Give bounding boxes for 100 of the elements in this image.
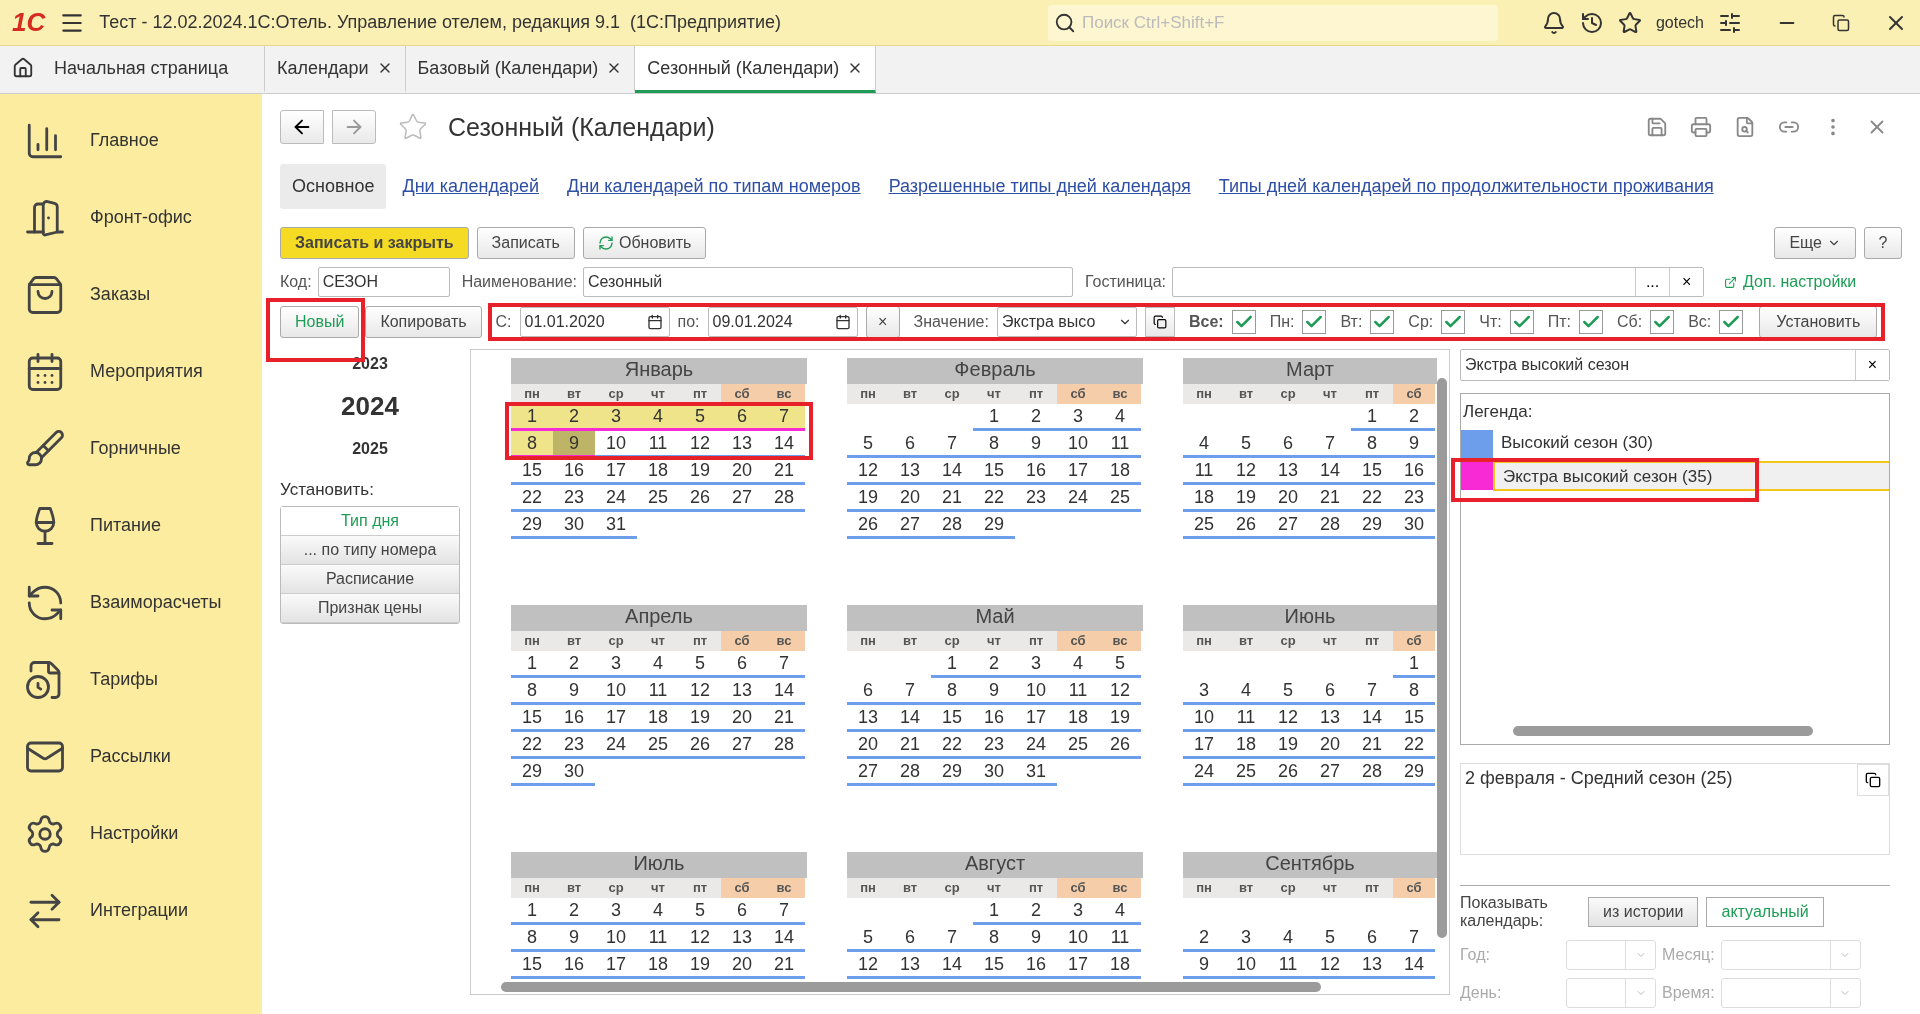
calendar-day[interactable]: 19	[679, 952, 721, 979]
calendar-day[interactable]: 14	[1351, 705, 1393, 732]
calendar-day[interactable]: 24	[595, 485, 637, 512]
calendar-day[interactable]: 9	[553, 431, 595, 458]
set-option-button[interactable]: Расписание	[281, 565, 459, 594]
calendar-day[interactable]: 22	[973, 485, 1015, 512]
calendar-day[interactable]: 12	[679, 431, 721, 458]
calendar-day[interactable]: 13	[889, 458, 931, 485]
calendar-day[interactable]: 1	[511, 898, 553, 925]
calendar-day[interactable]: 16	[553, 458, 595, 485]
calendar-day[interactable]: 27	[889, 512, 931, 539]
calendar-icon[interactable]	[834, 314, 851, 330]
calendar-day[interactable]: 29	[973, 512, 1015, 539]
calendar-day[interactable]: 7	[931, 431, 973, 458]
checkbox[interactable]	[1441, 310, 1466, 334]
calendar-day[interactable]: 3	[1057, 404, 1099, 431]
calendar-day[interactable]: 19	[679, 458, 721, 485]
tab[interactable]: Сезонный (Календари)	[635, 46, 877, 93]
calendar-day[interactable]: 30	[553, 759, 595, 786]
save-button[interactable]: Записать	[476, 227, 575, 259]
calendar-day[interactable]: 16	[1015, 458, 1057, 485]
calendar-day[interactable]: 9	[553, 925, 595, 952]
calendar-day[interactable]: 6	[1351, 925, 1393, 952]
calendar-day[interactable]: 2	[553, 898, 595, 925]
calendar-day[interactable]: 4	[1099, 404, 1141, 431]
calendar-day[interactable]: 20	[847, 732, 889, 759]
calendar-day[interactable]: 11	[637, 925, 679, 952]
calendar-day[interactable]: 15	[511, 458, 553, 485]
tab[interactable]: Календари	[265, 46, 406, 93]
toggle-option[interactable]: актуальный	[1706, 897, 1824, 927]
calendar-day[interactable]: 20	[721, 705, 763, 732]
clear-button[interactable]: ×	[1855, 350, 1889, 380]
calendar-day[interactable]: 14	[1393, 952, 1435, 979]
calendar-day[interactable]: 21	[1351, 732, 1393, 759]
calendar-day[interactable]: 8	[511, 925, 553, 952]
calendar-day[interactable]: 9	[1015, 431, 1057, 458]
calendar-day[interactable]: 25	[637, 485, 679, 512]
refresh-button[interactable]: Обновить	[582, 227, 707, 259]
calendar-day[interactable]: 3	[595, 898, 637, 925]
calendar-day[interactable]: 20	[889, 485, 931, 512]
calendar-day[interactable]: 1	[931, 651, 973, 678]
calendar-day[interactable]: 24	[595, 732, 637, 759]
sidebar-item[interactable]: Заказы	[0, 256, 262, 333]
calendar-day[interactable]: 19	[1099, 705, 1141, 732]
open-button[interactable]	[1857, 764, 1889, 796]
calendar-day[interactable]: 5	[679, 404, 721, 431]
date-field[interactable]: 09.01.2024	[707, 307, 858, 337]
copy-button[interactable]: Копировать	[365, 306, 482, 338]
calendar-day[interactable]: 8	[931, 678, 973, 705]
calendar-day[interactable]: 5	[1309, 925, 1351, 952]
calendar-day[interactable]: 6	[847, 678, 889, 705]
calendar-day[interactable]: 28	[763, 485, 805, 512]
calendar-day[interactable]: 3	[1057, 898, 1099, 925]
calendar-day[interactable]: 25	[1183, 512, 1225, 539]
checkbox[interactable]	[1370, 310, 1395, 334]
calendar-day[interactable]: 27	[1267, 512, 1309, 539]
calendar-day[interactable]: 29	[931, 759, 973, 786]
calendar-day[interactable]: 14	[763, 678, 805, 705]
calendar-day[interactable]: 11	[1225, 705, 1267, 732]
set-option-button[interactable]: Признак цены	[281, 594, 459, 623]
calendar-day[interactable]: 22	[1351, 485, 1393, 512]
calendar-day[interactable]: 14	[889, 705, 931, 732]
year-link[interactable]: 2024	[341, 379, 399, 434]
calendar-day[interactable]: 5	[847, 925, 889, 952]
tab[interactable]: Начальная страница	[0, 46, 265, 93]
checkbox[interactable]	[1509, 310, 1534, 334]
calendar-day[interactable]: 12	[847, 952, 889, 979]
calendar-day[interactable]: 13	[1309, 705, 1351, 732]
legend-item[interactable]: Экстра высокий сезон (35)	[1493, 461, 1889, 491]
legend-item[interactable]: Высокий сезон (30)	[1493, 429, 1889, 459]
calendar-day[interactable]: 7	[931, 925, 973, 952]
calendar-day[interactable]: 28	[1351, 759, 1393, 786]
calendar-day[interactable]: 3	[1225, 925, 1267, 952]
calendar-day[interactable]: 27	[721, 485, 763, 512]
calendar-day[interactable]: 22	[931, 732, 973, 759]
star-icon[interactable]	[1617, 10, 1642, 35]
calendar-day[interactable]: 2	[553, 651, 595, 678]
clear-button[interactable]: ×	[865, 306, 900, 338]
calendar-day[interactable]: 19	[1267, 732, 1309, 759]
calendar-day[interactable]: 17	[1183, 732, 1225, 759]
calendar-day[interactable]: 15	[973, 458, 1015, 485]
calendar-day[interactable]: 27	[1309, 759, 1351, 786]
calendar-day[interactable]: 23	[553, 732, 595, 759]
back-button[interactable]	[280, 110, 324, 144]
calendar-day[interactable]: 26	[1225, 512, 1267, 539]
forward-button[interactable]	[332, 110, 376, 144]
calendar-day[interactable]: 23	[1015, 485, 1057, 512]
input-field[interactable]: СЕЗОН	[317, 267, 450, 297]
calendar-day[interactable]: 5	[1267, 678, 1309, 705]
calendar-day[interactable]: 8	[973, 925, 1015, 952]
calendar-day[interactable]: 19	[1225, 485, 1267, 512]
calendar-day[interactable]: 5	[847, 431, 889, 458]
restore-icon[interactable]	[1832, 13, 1850, 32]
checkbox[interactable]	[1719, 310, 1744, 334]
calendar-day[interactable]: 1	[511, 651, 553, 678]
calendar-day[interactable]: 12	[679, 925, 721, 952]
calendar-day[interactable]: 26	[679, 485, 721, 512]
calendar-day[interactable]: 9	[1015, 925, 1057, 952]
calendar-day[interactable]: 9	[553, 678, 595, 705]
calendar-day[interactable]: 11	[1099, 925, 1141, 952]
